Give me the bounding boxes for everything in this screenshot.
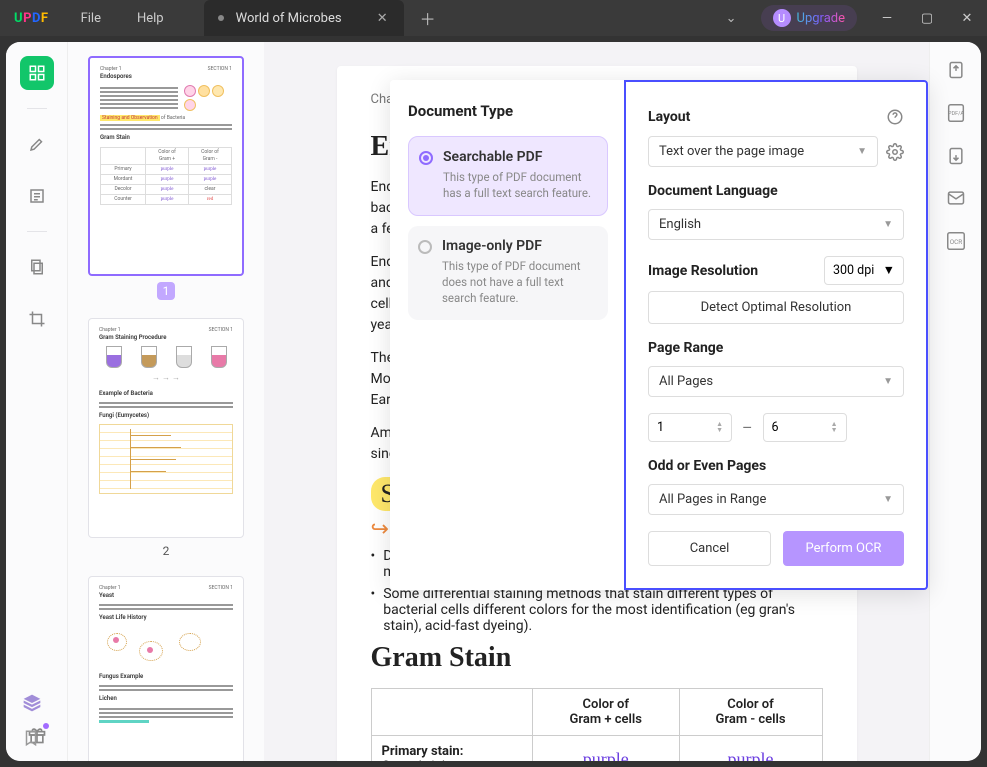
- tabs-dropdown-button[interactable]: ⌄: [712, 11, 751, 26]
- odd-even-label: Odd or Even Pages: [648, 458, 904, 474]
- heading-gram-stain: Gram Stain: [371, 642, 823, 674]
- bookmark-tool[interactable]: [22, 729, 42, 747]
- thumbnails-panel[interactable]: Chapter 1SECTION 1 Endospores Staining a…: [68, 42, 264, 761]
- titlebar: UPDF File Help World of Microbes ✕ ＋ ⌄ U…: [0, 0, 987, 36]
- option-description: This type of PDF document has a full tex…: [443, 169, 595, 201]
- pdfa-tool[interactable]: PDF/A: [945, 102, 967, 124]
- tab-indicator-icon: [218, 15, 224, 21]
- layout-value: Text over the page image: [659, 144, 804, 159]
- help-icon[interactable]: [886, 108, 904, 126]
- chevron-down-icon: ▼: [883, 219, 893, 230]
- spinner-arrows-icon[interactable]: ▲▼: [831, 422, 838, 433]
- chevron-down-icon: ▼: [883, 494, 893, 505]
- resolution-label: Image Resolution: [648, 263, 758, 279]
- window-maximize-button[interactable]: ▢: [907, 0, 947, 36]
- attach-tool[interactable]: [946, 146, 966, 166]
- gram-stain-table: Color ofGram + cells Color ofGram - cell…: [371, 688, 823, 761]
- resolution-select[interactable]: 300 dpi ▼: [824, 256, 904, 285]
- spinner-arrows-icon[interactable]: ▲▼: [716, 422, 723, 433]
- tab-close-button[interactable]: ✕: [371, 9, 394, 28]
- upgrade-button[interactable]: U Upgrade: [761, 5, 857, 31]
- tab-title: World of Microbes: [236, 11, 371, 26]
- mail-tool[interactable]: [946, 188, 966, 208]
- cancel-button[interactable]: Cancel: [648, 531, 771, 566]
- odd-even-value: All Pages in Range: [659, 492, 766, 507]
- bottom-left-tools: [22, 693, 42, 747]
- option-title: Image-only PDF: [442, 238, 596, 254]
- perform-ocr-button[interactable]: Perform OCR: [783, 531, 904, 566]
- range-dash: –: [742, 418, 753, 437]
- chevron-down-icon: ▼: [883, 376, 893, 387]
- thumbnail-page-2[interactable]: Chapter 1SECTION 1 Gram Staining Procedu…: [88, 318, 244, 538]
- language-label: Document Language: [648, 183, 904, 199]
- thumbnail-page-1[interactable]: Chapter 1SECTION 1 Endospores Staining a…: [88, 56, 244, 276]
- odd-even-select[interactable]: All Pages in Range ▼: [648, 484, 904, 515]
- ocr-tool[interactable]: OCR: [945, 230, 967, 252]
- layers-tool[interactable]: [22, 693, 42, 713]
- upgrade-icon: U: [773, 9, 791, 27]
- page-range-value: All Pages: [659, 374, 713, 389]
- menu-file[interactable]: File: [63, 0, 119, 36]
- radio-icon: [418, 240, 432, 254]
- app-body: Chapter 1SECTION 1 Endospores Staining a…: [6, 42, 981, 761]
- text-tool[interactable]: [20, 179, 54, 213]
- page-tool[interactable]: [20, 250, 54, 284]
- ocr-settings-section: Layout Text over the page image ▼ Documen…: [624, 80, 928, 590]
- page-to-value: 6: [772, 420, 779, 435]
- page-from-value: 1: [657, 420, 664, 435]
- app-logo: UPDF: [0, 11, 63, 26]
- radio-icon: [419, 151, 433, 165]
- new-tab-button[interactable]: ＋: [404, 6, 452, 30]
- document-tab[interactable]: World of Microbes ✕: [204, 0, 404, 36]
- layout-settings-button[interactable]: [886, 143, 904, 161]
- page-range-select[interactable]: All Pages ▼: [648, 366, 904, 397]
- thumbnail-page-3[interactable]: Chapter 1SECTION 1 Yeast Yeast Life Hist…: [88, 576, 244, 761]
- right-toolbar: PDF/A OCR: [929, 42, 981, 761]
- page-to-input[interactable]: 6 ▲▼: [763, 413, 847, 442]
- option-description: This type of PDF document does not have …: [442, 258, 596, 306]
- svg-text:PDF/A: PDF/A: [948, 111, 964, 117]
- crop-tool[interactable]: [20, 302, 54, 336]
- highlight-tool[interactable]: [20, 127, 54, 161]
- resolution-value: 300 dpi: [833, 263, 874, 278]
- window-close-button[interactable]: ✕: [947, 0, 987, 36]
- export-tool[interactable]: [946, 60, 966, 80]
- ocr-document-type-section: Document Type Searchable PDF This type o…: [390, 80, 624, 590]
- window-minimize-button[interactable]: —: [867, 0, 907, 36]
- ocr-panel: Document Type Searchable PDF This type o…: [390, 80, 928, 590]
- option-image-only-pdf[interactable]: Image-only PDF This type of PDF document…: [408, 226, 608, 320]
- left-toolbar: [6, 42, 68, 761]
- menu-help[interactable]: Help: [119, 0, 182, 36]
- document-type-heading: Document Type: [408, 102, 608, 120]
- bullet-item: •Some differential staining methods that…: [371, 586, 823, 634]
- chevron-down-icon: ▼: [857, 146, 867, 157]
- thumbnails-tool[interactable]: [20, 56, 54, 90]
- detect-resolution-button[interactable]: Detect Optimal Resolution: [648, 291, 904, 324]
- chevron-down-icon: ▼: [883, 263, 895, 278]
- language-select[interactable]: English ▼: [648, 209, 904, 240]
- option-title: Searchable PDF: [443, 149, 595, 165]
- page-from-input[interactable]: 1 ▲▼: [648, 413, 732, 442]
- page-range-label: Page Range: [648, 340, 904, 356]
- thumbnail-number-2: 2: [80, 544, 252, 558]
- language-value: English: [659, 217, 701, 232]
- layout-select[interactable]: Text over the page image ▼: [648, 136, 878, 167]
- thumbnail-number-1: 1: [157, 282, 175, 300]
- svg-text:OCR: OCR: [949, 238, 962, 246]
- layout-label: Layout: [648, 109, 690, 125]
- option-searchable-pdf[interactable]: Searchable PDF This type of PDF document…: [408, 136, 608, 216]
- upgrade-label: Upgrade: [797, 11, 845, 26]
